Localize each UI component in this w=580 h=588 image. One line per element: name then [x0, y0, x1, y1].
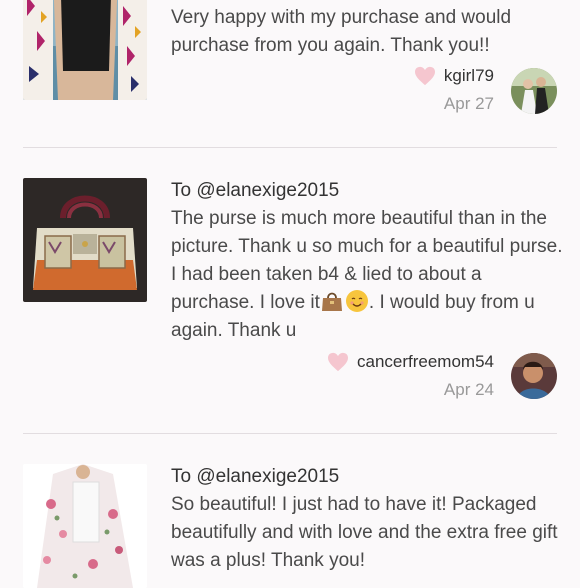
heart-icon[interactable]	[327, 352, 349, 372]
review-date: Apr 24	[443, 380, 494, 399]
review-recipient: To @elanexige2015	[171, 180, 340, 201]
divider	[23, 433, 557, 434]
reviewer-avatar[interactable]	[511, 353, 557, 399]
listing-thumbnail-kimono[interactable]	[23, 464, 147, 588]
smiling-face-emoji	[345, 290, 368, 312]
listing-thumbnail-purse[interactable]	[23, 178, 147, 302]
review-text: Very happy with my purchase and would pu…	[171, 7, 512, 56]
review-date: Apr 27	[443, 94, 494, 113]
reviewer-avatar[interactable]	[511, 68, 557, 114]
review-text: So beautiful! I just had to have it! Pac…	[171, 494, 558, 571]
review-text: The purse is much more beautiful than in…	[171, 205, 566, 345]
reviewer-username[interactable]: kgirl79	[444, 66, 494, 86]
handbag-emoji	[321, 292, 342, 311]
review-recipient: To @elanexige2015	[171, 466, 340, 487]
heart-icon[interactable]	[414, 66, 436, 86]
listing-thumbnail-swimsuit[interactable]	[23, 0, 147, 100]
reviewer-username[interactable]: cancerfreemom54	[357, 352, 494, 372]
divider	[23, 147, 557, 148]
